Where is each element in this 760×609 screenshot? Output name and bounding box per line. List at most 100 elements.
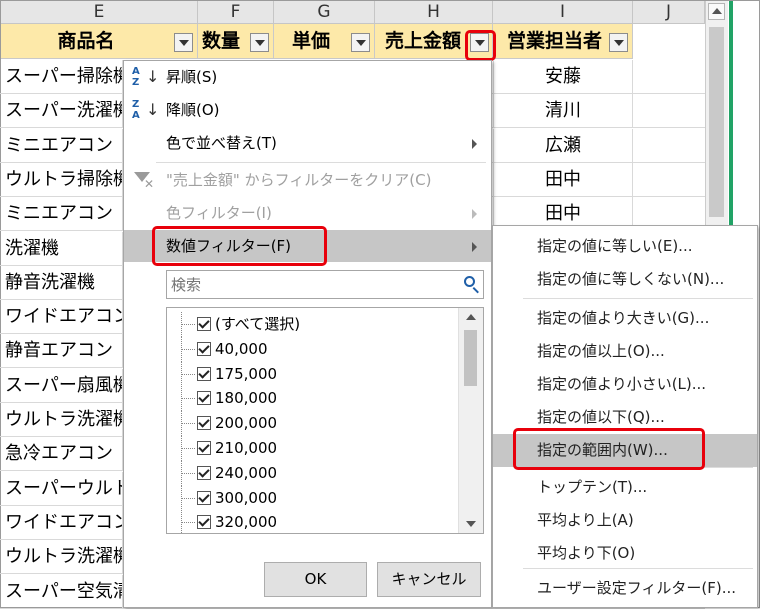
cell-product[interactable]: ウルトラ洗濯機 [0,403,123,437]
search-icon [464,276,475,287]
submenu-item[interactable]: 指定の値以上(O)... [493,335,757,368]
submenu-item[interactable]: 指定の値より小さい(L)... [493,368,757,401]
value-label: 175,000 [215,364,278,383]
column-header-F[interactable]: F [198,1,274,24]
header-price: 単価 [274,24,375,59]
value-item[interactable]: 210,000 [167,436,457,461]
scroll-up-icon[interactable] [466,314,476,320]
submenu-item[interactable]: トップテン(T)... [493,471,757,504]
checkbox-checked-icon[interactable] [197,465,211,480]
submenu-item[interactable]: 指定の値に等しい(E)... [493,230,757,263]
header-price-label: 単価 [291,30,330,52]
checkbox-checked-icon[interactable] [197,416,211,431]
cancel-button[interactable]: キャンセル [377,562,481,597]
search-input[interactable] [171,274,451,295]
menu-separator [156,162,486,163]
cell-rep[interactable]: 安藤 [493,60,633,94]
value-label: 210,000 [215,439,278,457]
cell-product[interactable]: スーパーウルトラ [0,471,123,506]
header-qty: 数量 [198,24,274,59]
value-label: 240,000 [215,463,278,482]
value-item[interactable]: 180,000 [167,386,457,412]
value-item[interactable]: 200,000 [167,411,457,437]
column-header-G[interactable]: G [274,1,375,24]
highlight-between-item [513,428,705,470]
cell-product[interactable]: スーパー掃除機 [0,60,123,94]
checkbox-checked-icon[interactable] [197,391,211,406]
value-item[interactable]: 240,000 [167,460,457,486]
checkbox-checked-icon[interactable] [197,490,211,505]
cell-product[interactable]: スーパー洗濯機 [0,94,123,129]
list-scrollbar[interactable] [458,308,483,533]
cell-product[interactable]: ワイドエアコン [0,300,123,335]
column-header-E[interactable]: E [1,1,198,24]
checkbox-checked-icon[interactable] [197,366,211,381]
menu-label: 色で並べ替え(T) [166,134,277,152]
header-qty-label: 数量 [202,30,241,52]
menu-label: 昇順(S) [166,68,218,86]
highlight-number-filter [152,226,327,266]
sort-ascending-icon: A Z ↓ [132,66,160,88]
cell-product[interactable]: 急冷エアコン [0,437,123,472]
cell-rep[interactable]: 清川 [493,94,633,129]
header-product: 商品名 [1,24,198,59]
checkbox-checked-icon[interactable] [197,317,211,331]
cell-product[interactable]: 静音エアコン [0,334,123,369]
cell-product[interactable]: 静音洗濯機 [0,265,123,300]
cell-product[interactable]: ワイドエアコン [0,505,123,540]
filter-dropdown-icon[interactable] [174,33,193,52]
submenu-arrow-icon [472,209,477,219]
cell-product[interactable]: ウルトラ洗濯機 [0,540,123,575]
value-item[interactable]: 175,000 [167,361,457,387]
filter-dropdown-icon[interactable] [351,33,370,52]
menu-sort-descending[interactable]: Z A ↓ 降順(O) [124,94,491,127]
cell-product[interactable]: スーパー空気清浄機 [0,574,123,609]
menu-label: 降順(O) [166,101,220,119]
header-rep: 営業担当者 [493,24,633,59]
value-item[interactable]: 40,000 [167,336,457,362]
filter-search-box[interactable] [166,270,484,299]
cell-product[interactable]: 洗濯機 [0,231,123,266]
column-header-H[interactable]: H [375,1,493,24]
select-all-item[interactable]: (すべて選択) [167,312,457,337]
checkbox-checked-icon[interactable] [197,515,211,530]
cell-product[interactable]: ミニエアコン [0,197,123,232]
column-header-I[interactable]: I [493,1,633,24]
cell-product[interactable]: スーパー扇風機 [0,368,123,403]
column-header-J[interactable]: J [633,1,705,24]
scroll-up-icon[interactable] [708,3,725,20]
value-label: 180,000 [215,389,278,408]
menu-sort-ascending[interactable]: A Z ↓ 昇順(S) [124,61,491,94]
autofilter-menu: A Z ↓ 昇順(S) Z A ↓ 降順(O) 色で並べ替え(T) ✕ "売上金額" か… [123,60,492,608]
value-label: 200,000 [215,414,278,433]
cell-rep[interactable]: 広瀬 [493,128,633,163]
header-product-label: 商品名 [57,30,115,52]
sort-descending-icon: Z A ↓ [132,99,160,121]
value-label: 40,000 [215,339,268,358]
cell-rep[interactable]: 田中 [493,162,633,197]
scroll-down-icon[interactable] [466,521,476,527]
submenu-item[interactable]: 平均より上(A) [493,504,757,537]
value-label: (すべて選択) [215,315,301,333]
highlight-filter-button [465,30,496,61]
filter-values-list: (すべて選択) 40,000 175,000 180,000 200,000 210,00… [166,307,484,534]
cell-product[interactable]: ウルトラ掃除機 [0,162,123,197]
submenu-item[interactable]: ユーザー設定フィルター(F)... [493,572,757,605]
submenu-item[interactable]: 指定の値に等しくない(N)... [493,263,757,296]
submenu-item[interactable]: 平均より下(O) [493,537,757,570]
ok-button[interactable]: OK [264,562,367,597]
filter-dropdown-icon[interactable] [250,33,269,52]
filter-dropdown-icon[interactable] [609,33,628,52]
menu-separator [523,298,753,299]
value-item[interactable]: 320,000 [167,510,457,533]
checkbox-checked-icon[interactable] [197,341,211,356]
submenu-arrow-icon [472,139,477,149]
submenu-item[interactable]: 指定の値より大きい(G)... [493,302,757,335]
cell-product[interactable]: ミニエアコン [0,128,123,163]
scroll-thumb[interactable] [464,330,477,386]
value-item[interactable]: 300,000 [167,485,457,511]
checkbox-checked-icon[interactable] [197,441,211,455]
scroll-thumb[interactable] [709,27,724,217]
header-rep-label: 営業担当者 [507,30,603,52]
menu-sort-by-color[interactable]: 色で並べ替え(T) [124,127,491,160]
